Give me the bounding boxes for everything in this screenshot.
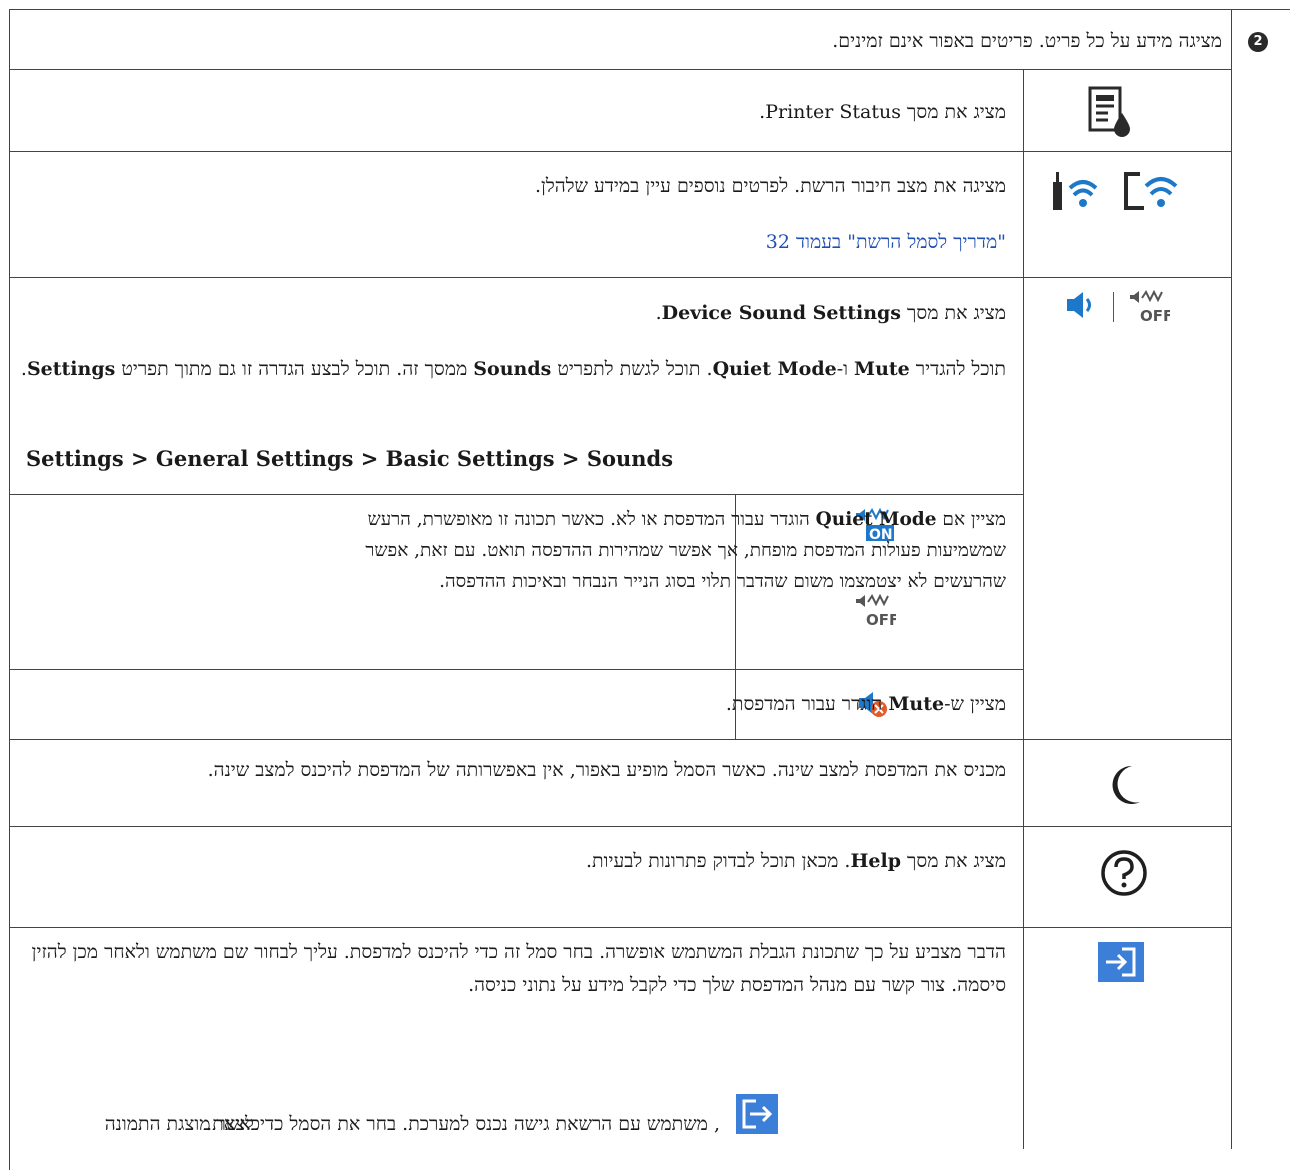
logout-icon bbox=[736, 1094, 778, 1134]
router-wifi-icon[interactable] bbox=[1050, 168, 1100, 212]
quiet-mode-off-icon: OFF bbox=[856, 594, 896, 628]
mute-desc: מציין ש-Mute הוגדר עבור המדפסת. bbox=[725, 693, 1006, 715]
login-icon[interactable] bbox=[1098, 942, 1144, 982]
login-note-end: , משתמש עם הרשאת גישה נכנס למערכת. בחר א… bbox=[206, 1113, 720, 1135]
svg-text:OFF: OFF bbox=[1140, 307, 1170, 324]
wifi-icon[interactable] bbox=[1122, 168, 1182, 212]
help-icon[interactable] bbox=[1099, 848, 1149, 898]
callout-badge: 2 bbox=[1248, 32, 1268, 52]
printer-status-icon[interactable] bbox=[1086, 85, 1134, 139]
settings-path: Settings > General Settings > Basic Sett… bbox=[26, 446, 674, 471]
login-desc: הדבר מצביע על כך שתכונת הגבלת המשתמש אופ… bbox=[31, 941, 1006, 996]
intro-text: מציגה מידע על כל פריט. פריטים באפור אינם… bbox=[832, 30, 1222, 52]
network-guide-link[interactable]: "מדריך לסמל הרשת" בעמוד 32 bbox=[46, 226, 1006, 259]
quiet-mode-desc: מציין אם Quiet Mode הוגדר עבור המדפסת או… bbox=[365, 509, 1006, 592]
quiet-mode-off-icon[interactable]: OFF bbox=[1128, 290, 1170, 324]
icon-separator bbox=[1113, 292, 1114, 322]
help-desc: מציג את מסך Help. מכאן תוכל לבדוק פתרונו… bbox=[585, 850, 1006, 872]
printer-status-desc: מציג את מסך Printer Status. bbox=[759, 101, 1006, 123]
sleep-desc: מכניס את המדפסת למצב שינה. כאשר הסמל מופ… bbox=[207, 759, 1006, 781]
svg-text:OFF: OFF bbox=[866, 611, 896, 628]
device-sound-desc: תוכל להגדיר Mute ו-Quiet Mode. תוכל לגשת… bbox=[20, 358, 1006, 380]
speaker-icon[interactable] bbox=[1065, 290, 1097, 320]
moon-icon[interactable] bbox=[1108, 764, 1142, 806]
device-sound-title: מציג את מסך Device Sound Settings. bbox=[655, 302, 1006, 324]
network-desc: מציגה את מצב חיבור הרשת. לפרטים נוספים ע… bbox=[534, 175, 1006, 197]
